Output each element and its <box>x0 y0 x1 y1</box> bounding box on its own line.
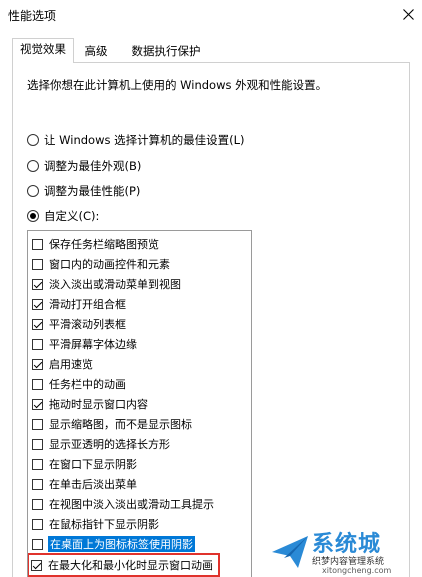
list-item-fade-slide-menus[interactable]: 淡入淡出或滑动菜单到视图 <box>30 274 182 294</box>
tab-advanced[interactable]: 高级 <box>76 41 116 61</box>
checkbox[interactable] <box>32 378 43 390</box>
list-item-show-window-contents-dragging[interactable]: 拖动时显示窗口内容 <box>30 394 149 414</box>
list-item-label: 启用速览 <box>49 358 93 371</box>
list-item-smooth-scroll-list-boxes[interactable]: 平滑滚动列表框 <box>30 314 127 334</box>
radio-indicator <box>27 134 39 146</box>
watermark: 系统城 织梦内容管理系统 xitongcheng.com <box>268 526 420 576</box>
list-item-fade-slide-tooltips[interactable]: 在视图中淡入淡出或滑动工具提示 <box>30 494 215 514</box>
checkbox[interactable] <box>32 458 43 470</box>
close-icon <box>402 8 414 20</box>
list-item-label: 显示亚透明的选择长方形 <box>49 438 170 451</box>
list-item-desktop-icon-label-shadows[interactable]: 在桌面上为图标标签使用阴影 <box>30 534 195 554</box>
watermark-logo-icon <box>272 536 308 568</box>
radio-best-appearance[interactable]: 调整为最佳外观(B) <box>27 157 141 175</box>
list-item-pointer-shadow[interactable]: 在鼠标指针下显示阴影 <box>30 514 160 534</box>
checkbox[interactable] <box>32 518 43 530</box>
radio-indicator <box>27 160 39 172</box>
list-item-label: 在窗口下显示阴影 <box>49 458 137 471</box>
checkbox[interactable] <box>32 498 43 510</box>
checkbox[interactable] <box>32 478 43 490</box>
window-title: 性能选项 <box>8 9 57 23</box>
list-item-label: 滑动打开组合框 <box>49 298 126 311</box>
list-item-label: 平滑屏幕字体边缘 <box>49 338 137 351</box>
list-item-window-shadows[interactable]: 在窗口下显示阴影 <box>30 454 138 474</box>
checkbox[interactable] <box>32 358 43 370</box>
radio-best-performance[interactable]: 调整为最佳性能(P) <box>27 182 140 200</box>
list-item-label: 在桌面上为图标标签使用阴影 <box>48 536 195 552</box>
close-button[interactable] <box>394 0 422 28</box>
radio-let-windows-choose[interactable]: 让 Windows 选择计算机的最佳设置(L) <box>27 131 245 149</box>
list-item-label: 在鼠标指针下显示阴影 <box>49 518 159 531</box>
checkbox[interactable] <box>32 398 43 410</box>
radio-custom[interactable]: 自定义(C): <box>27 207 99 225</box>
list-item-show-thumbnails[interactable]: 显示缩略图，而不是显示图标 <box>30 414 193 434</box>
description-text: 选择你想在此计算机上使用的 Windows 外观和性能设置。 <box>27 78 328 92</box>
list-item-label: 窗口内的动画控件和元素 <box>49 258 170 271</box>
list-item-slide-combo-boxes[interactable]: 滑动打开组合框 <box>30 294 127 314</box>
radio-indicator <box>27 185 39 197</box>
list-item-label: 任务栏中的动画 <box>49 378 126 391</box>
radio-label: 调整为最佳外观(B) <box>44 159 142 173</box>
list-item-label: 在最大化和最小化时显示窗口动画 <box>48 559 213 572</box>
list-item-label: 保存任务栏缩略图预览 <box>49 238 159 251</box>
radio-indicator <box>27 210 39 222</box>
list-item-label: 在单击后淡出菜单 <box>49 478 137 491</box>
checkbox[interactable] <box>32 238 43 250</box>
list-item-translucent-selection[interactable]: 显示亚透明的选择长方形 <box>30 434 171 454</box>
checkbox[interactable] <box>32 298 43 310</box>
checkbox[interactable] <box>32 278 43 290</box>
list-item-animate-min-max-windows[interactable]: 在最大化和最小化时显示窗口动画 <box>28 553 220 577</box>
list-item-save-taskbar-thumbnails[interactable]: 保存任务栏缩略图预览 <box>30 234 160 254</box>
title-bar: 性能选项 <box>0 0 422 30</box>
tab-data-execution-prevention[interactable]: 数据执行保护 <box>120 41 212 61</box>
radio-label: 让 Windows 选择计算机的最佳设置(L) <box>44 133 245 147</box>
effects-list[interactable]: 保存任务栏缩略图预览 窗口内的动画控件和元素 淡入淡出或滑动菜单到视图 滑动打开… <box>27 230 252 577</box>
checkbox[interactable] <box>32 418 43 430</box>
checkbox[interactable] <box>32 538 43 550</box>
list-item-label: 在视图中淡入淡出或滑动工具提示 <box>49 498 214 511</box>
list-item-label: 拖动时显示窗口内容 <box>49 398 148 411</box>
radio-label: 自定义(C): <box>44 209 100 223</box>
list-item-taskbar-animations[interactable]: 任务栏中的动画 <box>30 374 127 394</box>
checkbox[interactable] <box>32 338 43 350</box>
list-item-animate-controls[interactable]: 窗口内的动画控件和元素 <box>30 254 171 274</box>
list-item-fade-menus-after-click[interactable]: 在单击后淡出菜单 <box>30 474 138 494</box>
checkbox[interactable] <box>32 258 43 270</box>
tab-visual-effects[interactable]: 视觉效果 <box>12 38 74 63</box>
list-item-enable-peek[interactable]: 启用速览 <box>30 354 94 374</box>
list-item-label: 淡入淡出或滑动菜单到视图 <box>49 278 181 291</box>
watermark-url: xitongcheng.com <box>322 566 392 575</box>
list-item-label: 平滑滚动列表框 <box>49 318 126 331</box>
list-item-smooth-font-edges[interactable]: 平滑屏幕字体边缘 <box>30 334 138 354</box>
radio-label: 调整为最佳性能(P) <box>44 184 141 198</box>
checkbox[interactable] <box>31 559 42 571</box>
checkbox[interactable] <box>32 438 43 450</box>
list-item-label: 显示缩略图，而不是显示图标 <box>49 418 192 431</box>
checkbox[interactable] <box>32 318 43 330</box>
